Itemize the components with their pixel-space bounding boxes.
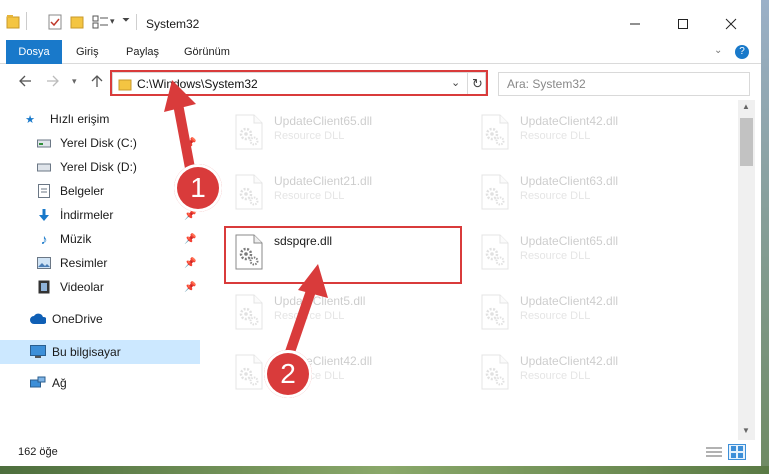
step-badge-1: 1 bbox=[174, 164, 222, 212]
arrow-1 bbox=[173, 103, 195, 169]
arrow-2 bbox=[285, 286, 317, 354]
arrow-2-head bbox=[298, 264, 328, 298]
desktop-background bbox=[0, 466, 769, 474]
arrow-1-head bbox=[164, 80, 196, 112]
desktop-background bbox=[761, 0, 769, 474]
explorer-window: ▾ ⏷ System32 Dosya Giriş Paylaş Görünüm … bbox=[0, 0, 761, 466]
annotation-arrows bbox=[164, 80, 328, 354]
step-badge-2: 2 bbox=[264, 350, 312, 398]
